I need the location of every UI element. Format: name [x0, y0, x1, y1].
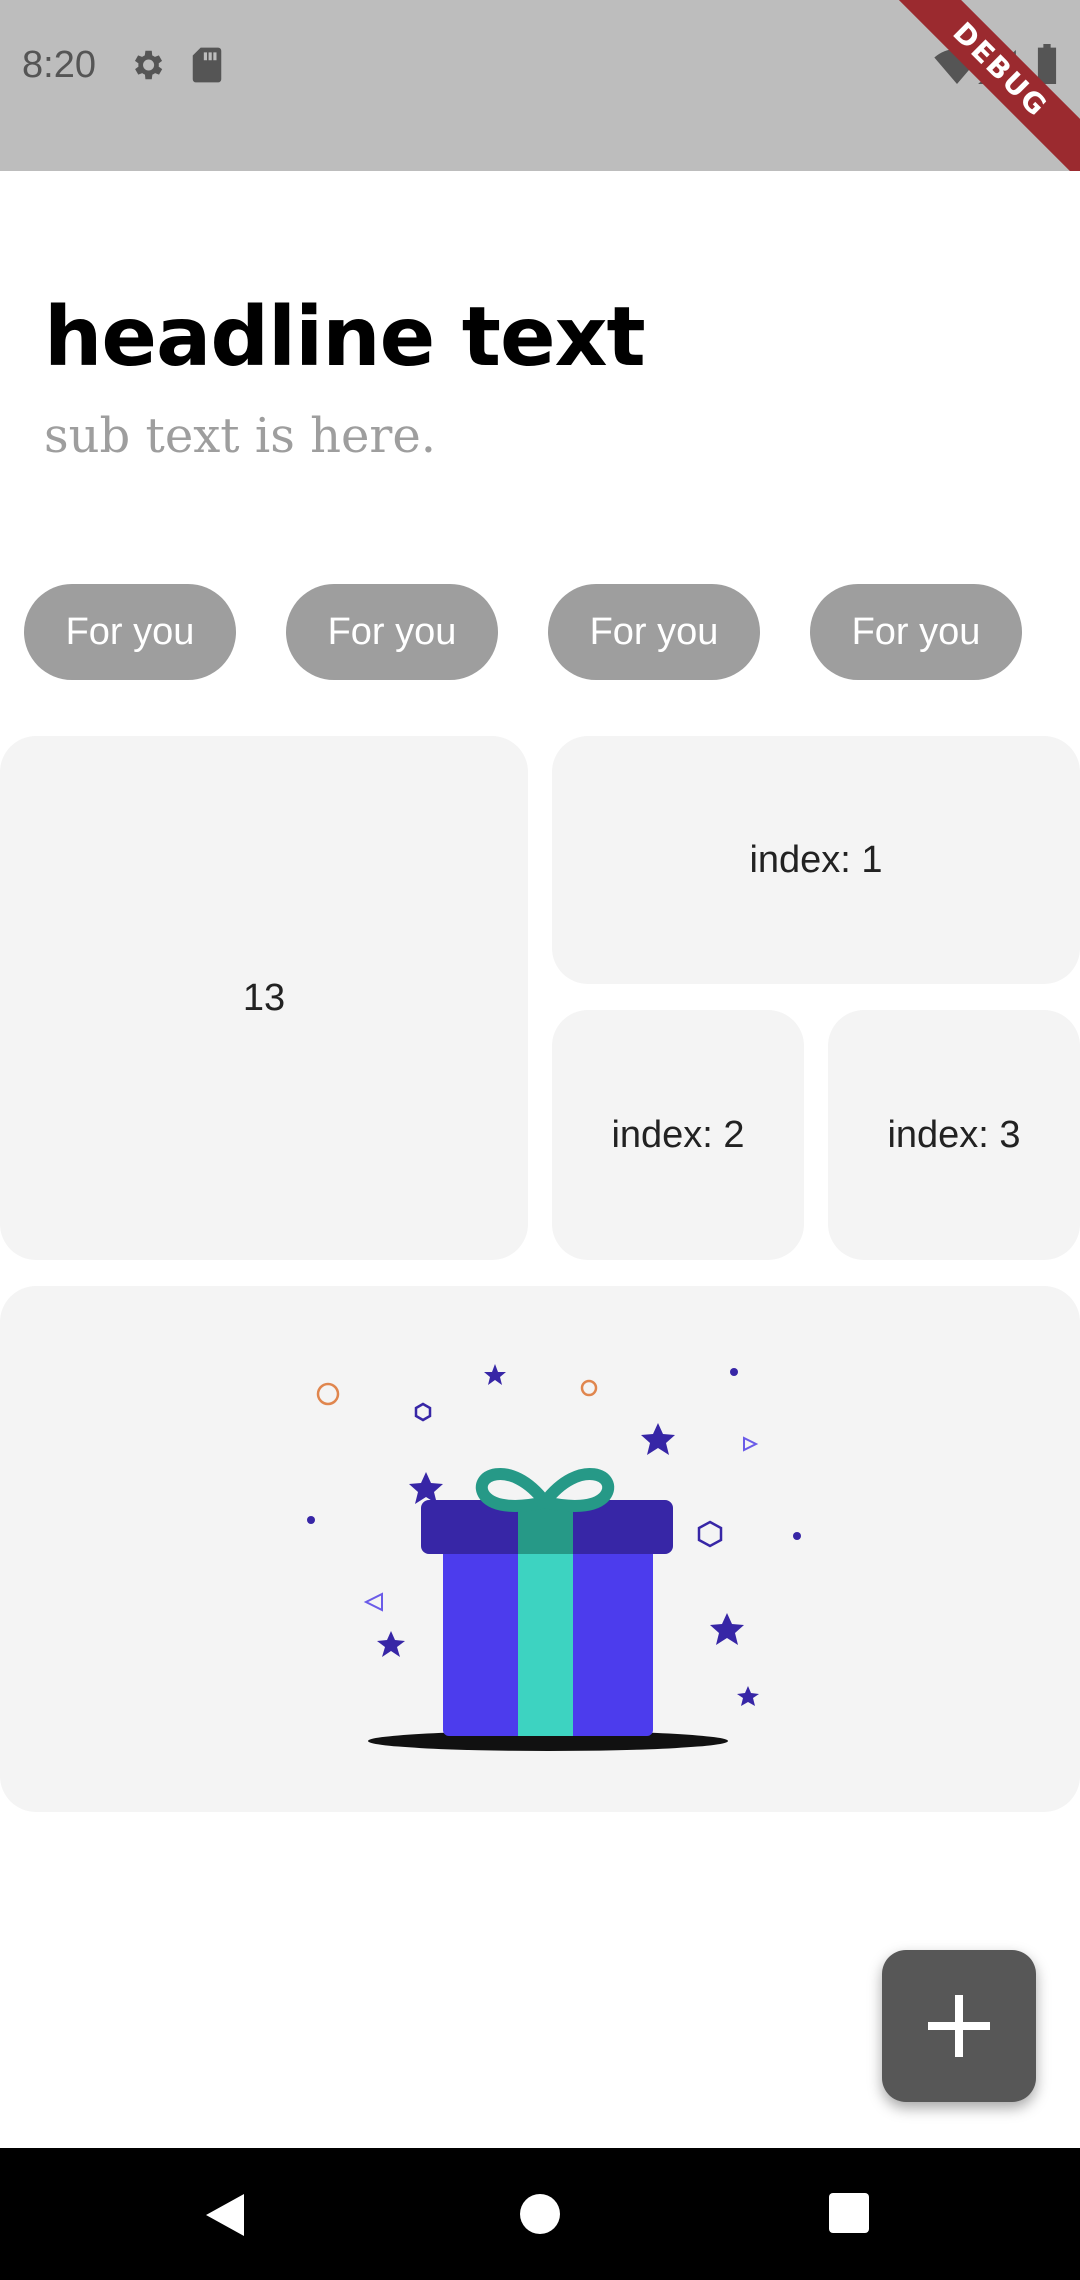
recents-icon[interactable] — [828, 2192, 870, 2239]
chip-for-you-3[interactable]: For you — [548, 584, 760, 680]
chip-for-you-2[interactable]: For you — [286, 584, 498, 680]
page-subtitle: sub text is here. — [44, 408, 437, 464]
gift-box-icon — [307, 1364, 801, 1751]
tile-label: index: 2 — [611, 1113, 745, 1156]
home-icon[interactable] — [518, 2192, 562, 2241]
grid-tile-large[interactable]: 13 — [0, 736, 528, 1260]
tile-label: index: 1 — [749, 838, 883, 881]
plus-icon — [928, 1995, 990, 2057]
chip-for-you-4[interactable]: For you — [810, 584, 1022, 680]
tile-label: index: 3 — [887, 1113, 1021, 1156]
status-time: 8:20 — [22, 44, 96, 86]
sd-card-icon — [190, 46, 224, 89]
status-bar: 8:20 DEBUG — [0, 0, 1080, 171]
grid-tile-1[interactable]: index: 1 — [552, 736, 1080, 984]
tile-label: 13 — [242, 976, 286, 1019]
gift-card[interactable] — [0, 1286, 1080, 1812]
add-fab-button[interactable] — [882, 1950, 1036, 2102]
grid-tile-2[interactable]: index: 2 — [552, 1010, 804, 1260]
grid-tile-3[interactable]: index: 3 — [828, 1010, 1080, 1260]
navigation-bar — [0, 2148, 1080, 2280]
page-title: headline text — [44, 290, 646, 385]
gear-icon — [128, 46, 166, 89]
back-icon[interactable] — [204, 2192, 246, 2243]
chip-for-you-1[interactable]: For you — [24, 584, 236, 680]
